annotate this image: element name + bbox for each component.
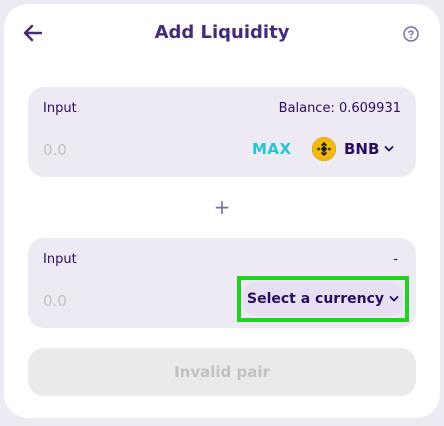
chevron-down-icon	[389, 296, 399, 302]
header: Add Liquidity	[4, 4, 440, 64]
help-button[interactable]	[402, 25, 420, 43]
balance-label: -	[393, 252, 398, 267]
token-label: BNB	[344, 140, 380, 158]
help-circle-icon	[403, 26, 419, 42]
plus-icon: +	[213, 195, 231, 219]
bnb-logo-icon	[312, 137, 336, 161]
add-liquidity-card: Add Liquidity Input Balance: 0.609931 MA…	[4, 4, 440, 418]
highlight-box: Select a currency	[237, 276, 409, 322]
chevron-down-icon	[385, 146, 394, 152]
input-label: Input	[43, 101, 77, 116]
invalid-pair-button[interactable]: Invalid pair	[28, 348, 416, 396]
token-select-button[interactable]: BNB	[312, 135, 394, 163]
max-button[interactable]: MAX	[252, 140, 292, 158]
input-panel-a: Input Balance: 0.609931 MAX BNB	[28, 87, 416, 177]
balance-label: Balance: 0.609931	[278, 101, 401, 116]
input-panel-b: Input - Select a currency	[28, 238, 416, 328]
input-label: Input	[43, 252, 77, 267]
select-currency-button[interactable]: Select a currency	[243, 282, 403, 316]
amount-input-a[interactable]	[43, 141, 193, 159]
select-currency-label: Select a currency	[246, 291, 385, 307]
page-title: Add Liquidity	[154, 22, 290, 43]
amount-input-b[interactable]	[43, 292, 193, 310]
